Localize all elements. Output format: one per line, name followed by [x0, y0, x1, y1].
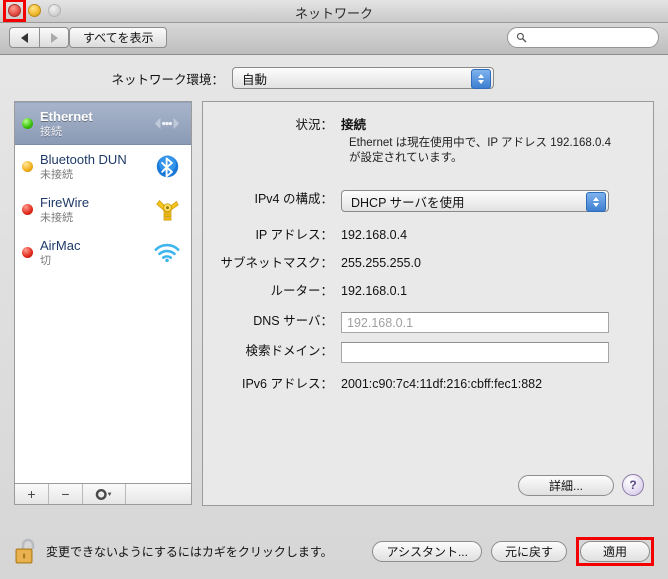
- gear-icon: [95, 488, 112, 500]
- footer-bar: 変更できないようにするにはカギをクリックします。 アシスタント... 元に戻す …: [0, 524, 668, 579]
- ip-address-row: IP アドレス： 192.168.0.4: [203, 226, 653, 244]
- search-icon: [516, 32, 527, 43]
- network-preferences-window: ネットワーク すべてを表示 ネットワーク環境： 自動 Ethernet 接続 B…: [0, 0, 668, 579]
- service-name: Ethernet: [40, 108, 93, 124]
- ip-address-value: 192.168.0.4: [341, 228, 408, 242]
- service-actions-button[interactable]: [83, 484, 126, 504]
- service-sidebar: Ethernet 接続 Bluetooth DUN 未接続 FireWire 未…: [14, 101, 192, 506]
- ipv4-config-row: IPv4 の構成： DHCP サーバを使用: [203, 190, 653, 212]
- dns-server-label: DNS サーバ：: [253, 314, 333, 328]
- firewire-icon: [151, 196, 183, 224]
- service-state: 接続: [40, 125, 62, 138]
- dns-server-row: DNS サーバ：: [203, 312, 653, 333]
- back-button[interactable]: [9, 27, 39, 48]
- apply-button[interactable]: 適用: [579, 541, 650, 562]
- search-field[interactable]: [507, 27, 659, 48]
- service-name: FireWire: [40, 194, 90, 210]
- ethernet-icon: [151, 110, 183, 138]
- unlocked-padlock-icon[interactable]: [14, 537, 40, 567]
- service-list[interactable]: Ethernet 接続 Bluetooth DUN 未接続 FireWire 未…: [14, 101, 192, 483]
- search-domain-row: 検索ドメイン：: [203, 342, 653, 363]
- add-service-button[interactable]: +: [15, 484, 49, 504]
- router-label: ルーター：: [270, 284, 333, 298]
- service-state: 未接続: [40, 211, 73, 224]
- status-dot-icon: [22, 204, 33, 215]
- subnet-mask-label: サブネットマスク：: [220, 256, 333, 270]
- status-hint: Ethernet は現在使用中で、IP アドレス 192.168.0.4 が設定…: [349, 137, 612, 164]
- ipv4-config-popup[interactable]: DHCP サーバを使用: [341, 190, 609, 212]
- airport-icon: [151, 239, 183, 267]
- service-row-ethernet[interactable]: Ethernet 接続: [15, 102, 191, 145]
- left-arrow-icon: [21, 32, 28, 43]
- forward-button: [39, 27, 69, 48]
- ipv6-address-row: IPv6 アドレス： 2001:c90:7c4:11df:216:cbff:fe…: [203, 375, 653, 393]
- service-list-toolbar: + −: [14, 483, 192, 505]
- status-row: 状況： 接続: [203, 116, 653, 134]
- search-domain-input[interactable]: [341, 342, 609, 363]
- ipv6-address-label: IPv6 アドレス：: [242, 377, 333, 391]
- environment-label: ネットワーク環境：: [111, 72, 224, 87]
- dns-server-input[interactable]: [341, 312, 609, 333]
- revert-button[interactable]: 元に戻す: [490, 541, 567, 562]
- nav-buttons: [9, 27, 69, 48]
- status-dot-icon: [22, 118, 33, 129]
- footer-buttons: アシスタント... 元に戻す 適用: [372, 537, 654, 566]
- detail-actions: 詳細... ?: [517, 474, 644, 496]
- service-name: Bluetooth DUN: [40, 151, 127, 167]
- environment-row: ネットワーク環境： 自動: [0, 55, 668, 101]
- subnet-mask-value: 255.255.255.0: [341, 256, 421, 270]
- bluetooth-icon: [151, 153, 183, 181]
- help-button[interactable]: ?: [622, 474, 644, 496]
- service-row-airmac[interactable]: AirMac 切: [15, 231, 191, 274]
- stepper-icon: [586, 192, 606, 212]
- show-all-button[interactable]: すべてを表示: [69, 27, 168, 48]
- window-title: ネットワーク: [294, 6, 373, 21]
- assistant-button[interactable]: アシスタント...: [372, 541, 482, 562]
- status-value: 接続: [341, 118, 367, 132]
- remove-service-button[interactable]: −: [49, 484, 83, 504]
- content-area: Ethernet 接続 Bluetooth DUN 未接続 FireWire 未…: [0, 101, 668, 506]
- status-dot-icon: [22, 247, 33, 258]
- environment-selected-value: 自動: [242, 72, 268, 87]
- service-detail-pane: 状況： 接続 Ethernet は現在使用中で、IP アドレス 192.168.…: [202, 101, 654, 506]
- advanced-button[interactable]: 詳細...: [517, 474, 614, 496]
- service-name: AirMac: [40, 237, 81, 253]
- service-row-bluetooth-dun[interactable]: Bluetooth DUN 未接続: [15, 145, 191, 188]
- subnet-mask-row: サブネットマスク： 255.255.255.0: [203, 254, 653, 272]
- environment-popup[interactable]: 自動: [232, 67, 494, 89]
- ip-address-label: IP アドレス：: [255, 228, 333, 242]
- lock-message: 変更できないようにするにはカギをクリックします。: [46, 545, 333, 559]
- router-row: ルーター： 192.168.0.1: [203, 282, 653, 300]
- service-state: 未接続: [40, 168, 73, 181]
- search-domain-label: 検索ドメイン：: [245, 344, 333, 358]
- title-bar: ネットワーク: [0, 0, 668, 23]
- status-label: 状況：: [295, 118, 333, 132]
- search-input[interactable]: [531, 31, 650, 44]
- service-state: 切: [40, 254, 51, 267]
- ipv4-config-label: IPv4 の構成：: [254, 192, 334, 206]
- right-arrow-icon: [50, 32, 58, 43]
- stepper-icon: [471, 69, 491, 89]
- ipv4-config-value: DHCP サーバを使用: [351, 195, 465, 210]
- router-value: 192.168.0.1: [341, 284, 408, 298]
- status-dot-icon: [22, 161, 33, 172]
- ipv6-address-value: 2001:c90:7c4:11df:216:cbff:fec1:882: [341, 377, 543, 391]
- service-row-firewire[interactable]: FireWire 未接続: [15, 188, 191, 231]
- apply-button-wrapper: 適用: [575, 537, 654, 566]
- toolbar: すべてを表示: [0, 23, 668, 55]
